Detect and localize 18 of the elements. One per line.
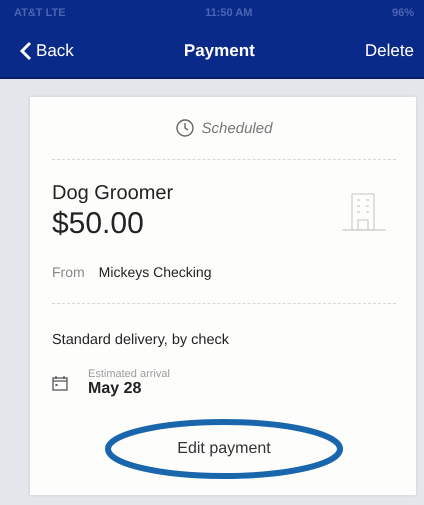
time-text: 11:50 AM xyxy=(205,6,252,18)
from-label: From xyxy=(52,264,85,280)
arrival-label: Estimated arrival xyxy=(88,368,170,380)
delete-button[interactable]: Delete xyxy=(364,41,414,61)
payment-amount: $50.00 xyxy=(52,207,145,241)
screen-title: Payment xyxy=(184,41,255,61)
status-text: Scheduled xyxy=(202,120,272,136)
building-icon xyxy=(342,192,386,232)
back-button[interactable]: Back xyxy=(20,41,74,61)
chevron-left-icon xyxy=(20,41,32,61)
payee-name: Dog Groomer xyxy=(52,182,174,205)
calendar-icon xyxy=(52,375,68,391)
carrier-text: AT&T LTE xyxy=(14,6,66,18)
battery-text: 96% xyxy=(392,6,414,18)
arrival-date: May 28 xyxy=(88,380,142,398)
delivery-method: Standard delivery, by check xyxy=(52,332,230,348)
from-account: Mickeys Checking xyxy=(98,264,212,280)
clock-icon xyxy=(176,119,194,137)
